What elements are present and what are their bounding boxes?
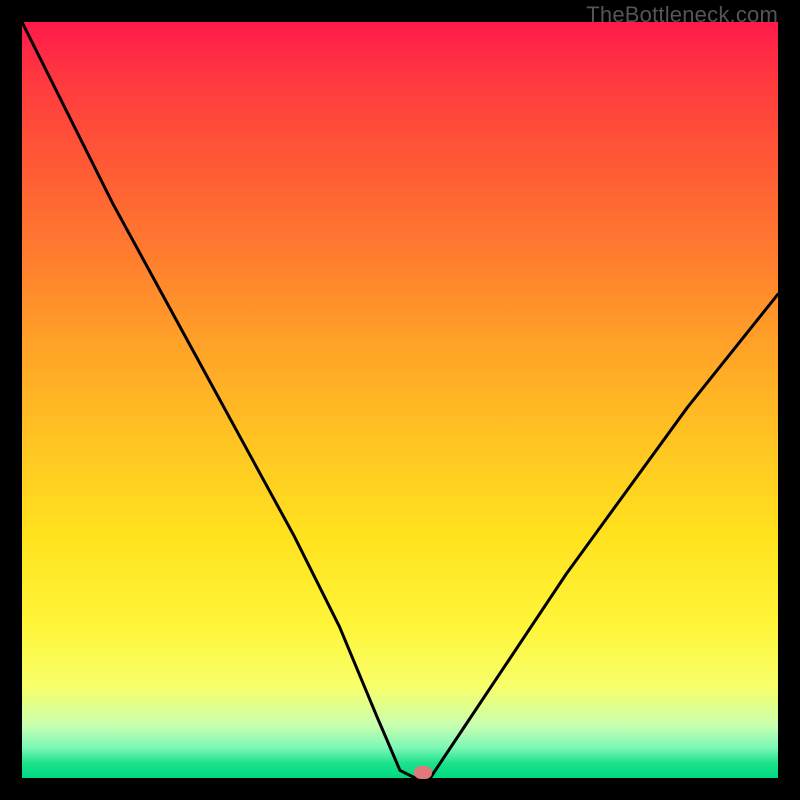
watermark-text: TheBottleneck.com [586, 2, 778, 28]
curve-svg [22, 22, 778, 778]
plot-area [22, 22, 778, 778]
chart-frame: TheBottleneck.com [0, 0, 800, 800]
optimal-point-marker [414, 766, 432, 779]
bottleneck-curve [22, 22, 778, 778]
